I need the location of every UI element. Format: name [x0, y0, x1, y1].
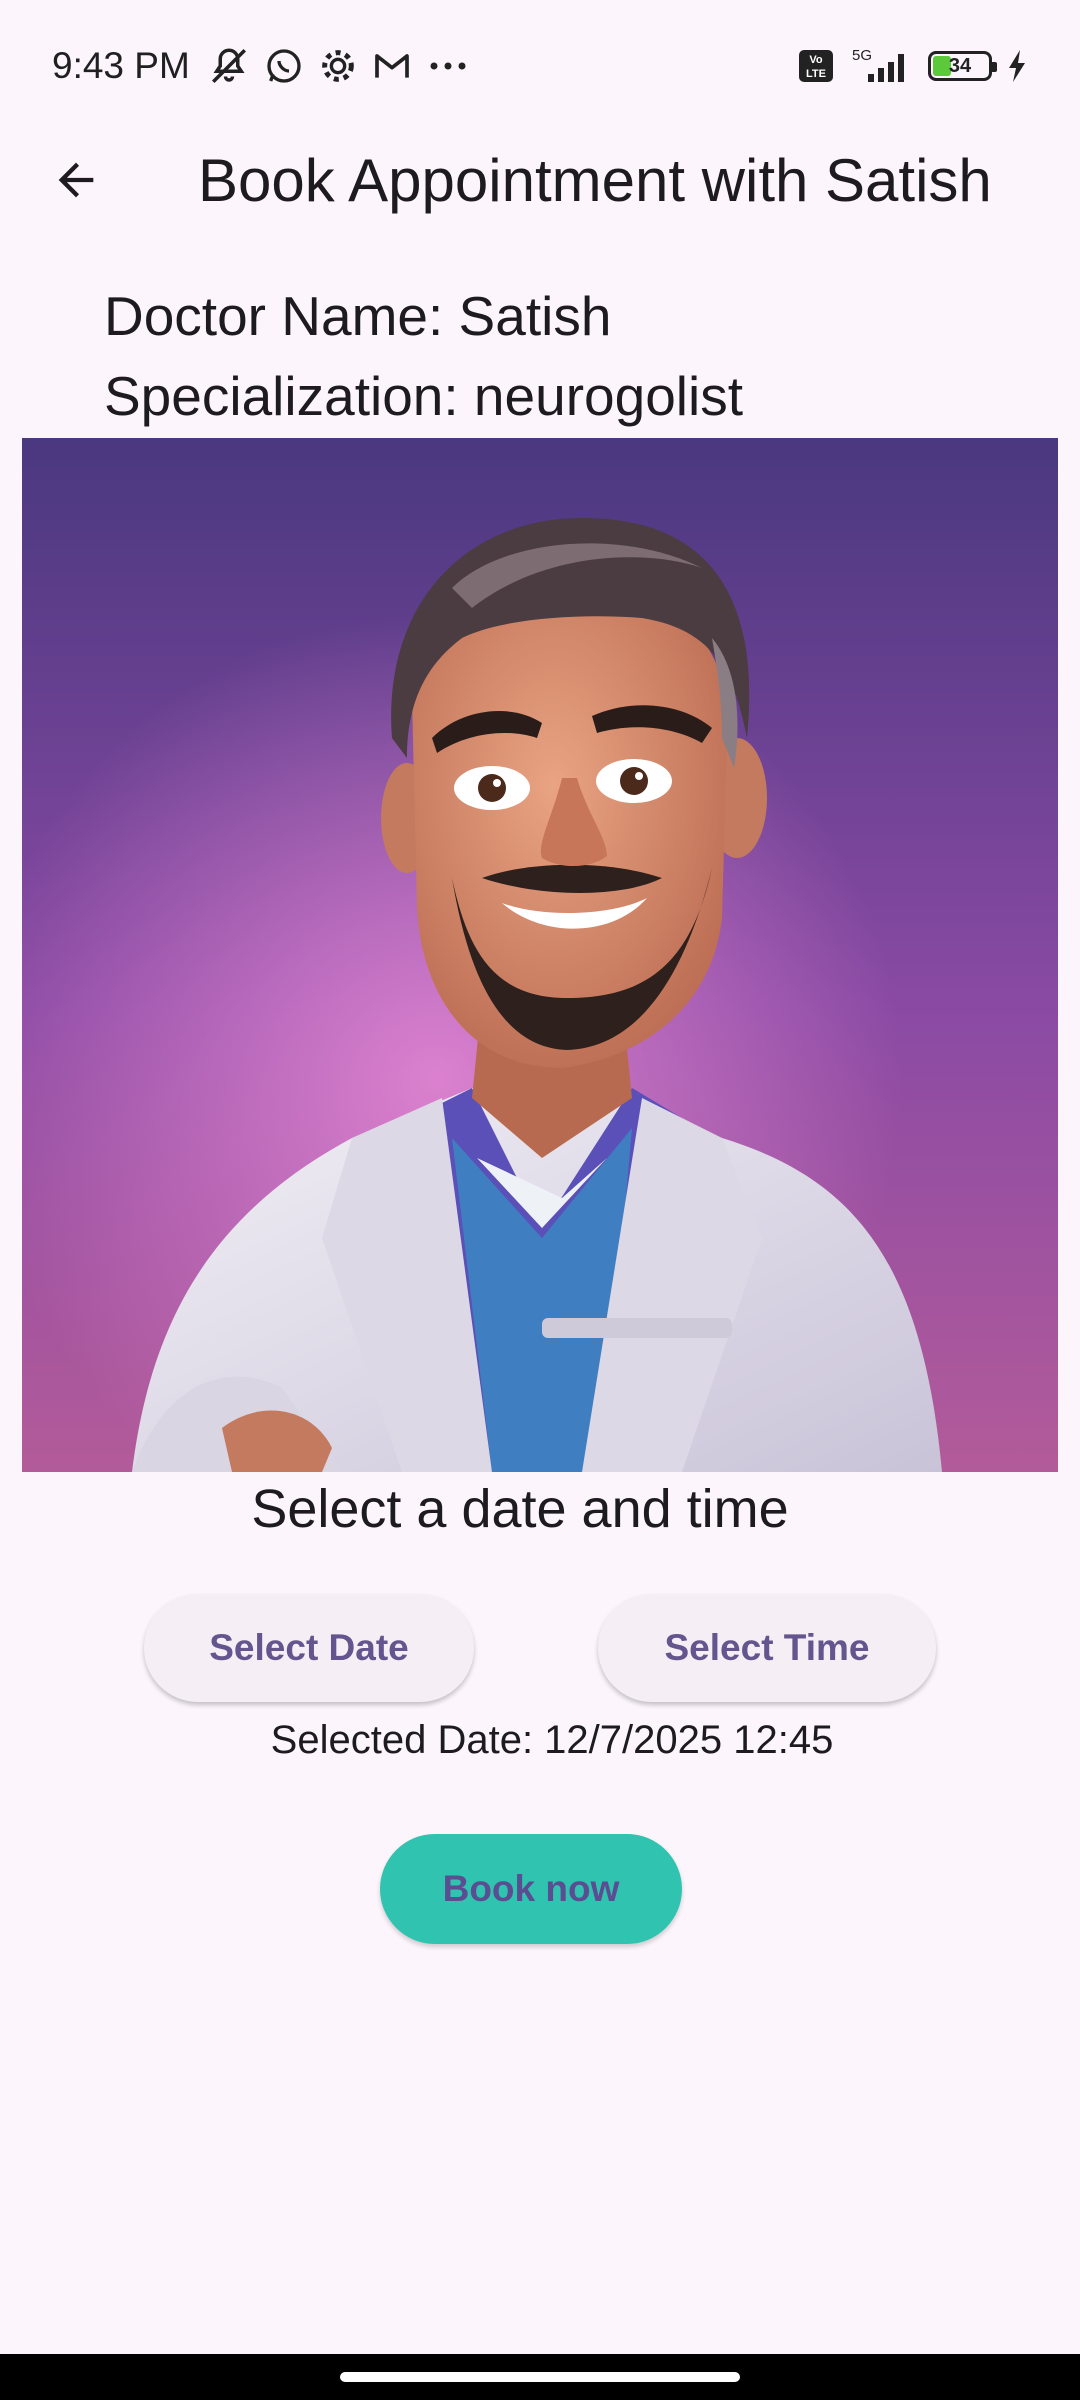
- doctor-avatar-image: [22, 438, 1058, 1472]
- select-time-button[interactable]: Select Time: [598, 1594, 936, 1702]
- svg-text:Vo: Vo: [809, 54, 823, 66]
- arrow-back-icon: [58, 162, 94, 198]
- section-title: Select a date and time: [251, 1479, 789, 1539]
- doctor-name: Doctor Name: Satish: [104, 285, 612, 347]
- whatsapp-icon: [264, 46, 304, 86]
- status-left: 9:43 PM: [52, 45, 470, 87]
- select-date-button[interactable]: Select Date: [144, 1594, 474, 1702]
- status-bar: 9:43 PM Vo LTE 5G 34: [0, 0, 1080, 132]
- mute-icon: [208, 45, 250, 87]
- book-now-button[interactable]: Book now: [380, 1834, 682, 1944]
- status-time: 9:43 PM: [52, 45, 190, 86]
- navigation-bar: [0, 2354, 1080, 2400]
- gmail-icon: [372, 46, 412, 86]
- doctor-specialization: Specialization: neurogolist: [104, 365, 743, 427]
- status-right: Vo LTE 5G 34: [798, 46, 1028, 86]
- page-title: Book Appointment with Satish: [198, 146, 992, 214]
- home-indicator[interactable]: [340, 2372, 740, 2382]
- app-bar: Book Appointment with Satish: [0, 132, 1080, 228]
- volte-icon: Vo LTE: [798, 49, 834, 83]
- selected-date-text: Selected Date: 12/7/2025 12:45: [270, 1718, 834, 1762]
- more-icon: [426, 56, 470, 76]
- svg-text:5G: 5G: [852, 47, 872, 64]
- signal-icon: 5G: [848, 46, 914, 86]
- charging-icon: [1006, 49, 1028, 83]
- battery-level: 34: [948, 55, 972, 77]
- settings-icon: [318, 46, 358, 86]
- svg-text:LTE: LTE: [806, 68, 826, 80]
- back-button[interactable]: [28, 132, 124, 228]
- battery-icon: 34: [928, 51, 997, 81]
